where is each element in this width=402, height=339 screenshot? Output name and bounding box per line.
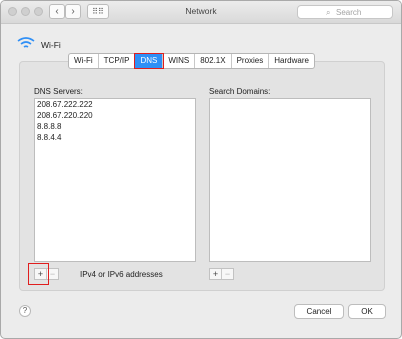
tab-bar: Wi-Fi TCP/IP DNS WINS 802.1X Proxies Har… xyxy=(68,53,315,69)
list-item[interactable]: 208.67.220.220 xyxy=(35,110,195,121)
search-input[interactable]: ⌕ Search xyxy=(297,5,393,19)
list-item[interactable]: 8.8.4.4 xyxy=(35,132,195,143)
domains-remove-button[interactable]: − xyxy=(222,269,233,279)
search-domains-label: Search Domains: xyxy=(209,87,271,96)
tab-proxies[interactable]: Proxies xyxy=(232,54,270,68)
add-button-highlight xyxy=(28,263,49,285)
tab-wifi[interactable]: Wi-Fi xyxy=(69,54,99,68)
settings-panel: DNS Servers: 208.67.222.222 208.67.220.2… xyxy=(19,61,385,291)
ok-button[interactable]: OK xyxy=(348,304,386,319)
wifi-icon xyxy=(17,37,35,48)
domains-add-remove-control: + − xyxy=(209,268,234,280)
tab-8021x[interactable]: 802.1X xyxy=(195,54,232,68)
help-button[interactable]: ? xyxy=(19,305,31,317)
domains-add-button[interactable]: + xyxy=(210,269,222,279)
tab-tcpip[interactable]: TCP/IP xyxy=(99,54,136,68)
dns-servers-label: DNS Servers: xyxy=(34,87,83,96)
tab-dns[interactable]: DNS xyxy=(134,53,165,69)
search-placeholder: Search xyxy=(336,8,362,17)
connection-name: Wi-Fi xyxy=(41,40,61,50)
dns-servers-list[interactable]: 208.67.222.222 208.67.220.220 8.8.8.8 8.… xyxy=(34,98,196,262)
list-item[interactable]: 208.67.222.222 xyxy=(35,99,195,110)
search-domains-list[interactable] xyxy=(209,98,371,262)
list-item[interactable]: 8.8.8.8 xyxy=(35,121,195,132)
network-window: ‹ › ⠿⠿ Network ⌕ Search Wi-Fi DNS Server… xyxy=(0,0,402,339)
search-icon: ⌕ xyxy=(326,8,331,17)
dns-hint: IPv4 or IPv6 addresses xyxy=(80,270,163,279)
cancel-button[interactable]: Cancel xyxy=(294,304,344,319)
tab-hardware[interactable]: Hardware xyxy=(269,54,314,68)
tab-wins[interactable]: WINS xyxy=(163,54,196,68)
title-bar: ‹ › ⠿⠿ Network ⌕ Search xyxy=(1,1,401,24)
